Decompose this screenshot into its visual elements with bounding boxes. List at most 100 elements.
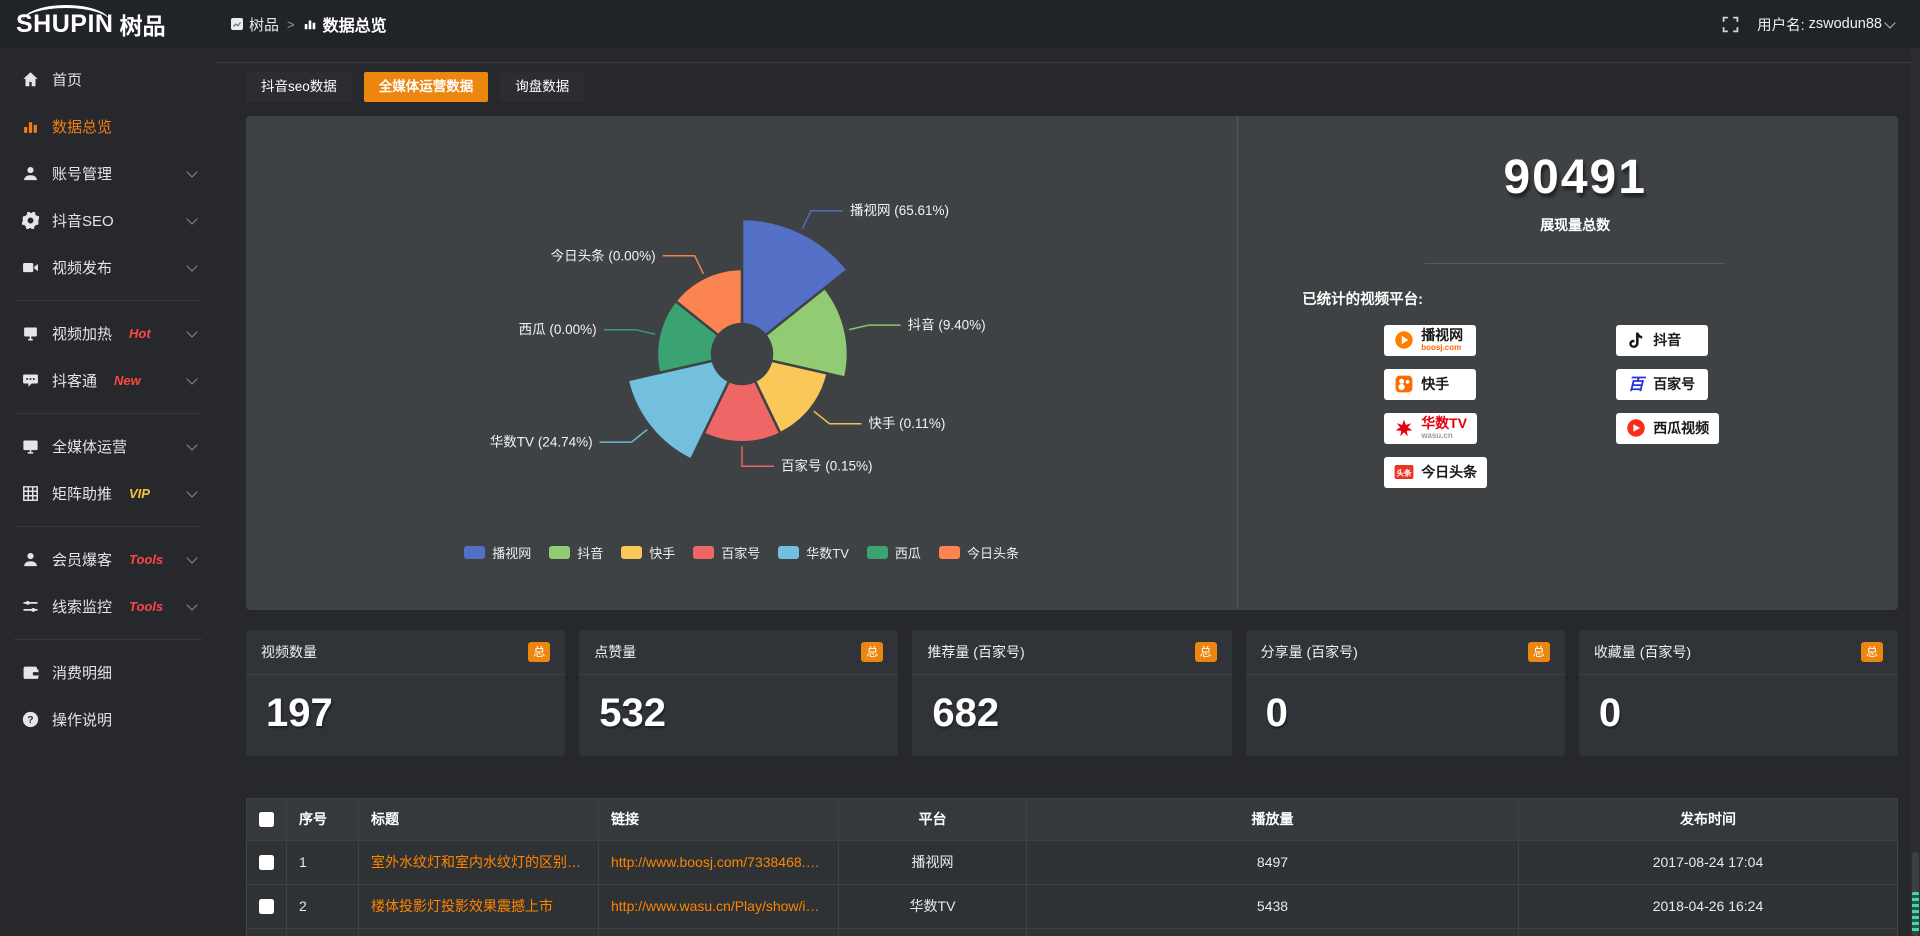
sidebar-item-label: 矩阵助推 xyxy=(52,483,112,504)
user-menu[interactable]: 用户名: zswodun88 xyxy=(1757,14,1894,35)
legend-swatch xyxy=(867,546,888,559)
platform-name: 西瓜视频 xyxy=(1653,421,1709,436)
sidebar-item-label: 视频发布 xyxy=(52,257,112,278)
stat-card-header: 视频数量总 xyxy=(246,630,565,675)
chevron-down-icon xyxy=(1884,17,1895,28)
platform-name: 今日头条 xyxy=(1421,465,1477,480)
legend-item[interactable]: 百家号 xyxy=(693,543,760,562)
sidebar-divider xyxy=(14,413,202,414)
sidebar-item-home[interactable]: 首页 xyxy=(0,56,216,103)
table-row-partial xyxy=(247,928,1898,936)
page-scrollbar[interactable] xyxy=(1911,48,1920,936)
pie-chart[interactable]: 播视网 (65.61%)抖音 (9.40%)快手 (0.11%)百家号 (0.1… xyxy=(392,150,1092,552)
legend-swatch xyxy=(939,546,960,559)
legend-swatch xyxy=(464,546,485,559)
cell-link[interactable]: http://www.boosj.com/7338468.html xyxy=(599,840,839,884)
fullscreen-icon[interactable] xyxy=(1722,16,1739,33)
stat-card-value: 197 xyxy=(246,675,565,736)
sidebar-item-consume-detail[interactable]: 消费明细 xyxy=(0,649,216,696)
app-logo[interactable]: SHUPIN 树品 xyxy=(0,7,216,41)
total-badge[interactable]: 总 xyxy=(528,642,550,662)
platform-badge-douyin[interactable]: 抖音 xyxy=(1616,325,1708,356)
pie-label-line xyxy=(662,255,703,273)
sidebar-item-douketong[interactable]: 抖客通New xyxy=(0,357,216,404)
platform-badge-baijia[interactable]: 百百家号 xyxy=(1616,369,1708,400)
sidebar-item-data-overview[interactable]: 数据总览 xyxy=(0,103,216,150)
legend-item[interactable]: 西瓜 xyxy=(867,543,921,562)
sidebar-item-douyin-seo[interactable]: 抖音SEO xyxy=(0,197,216,244)
legend-item[interactable]: 播视网 xyxy=(464,543,531,562)
platforms-label: 已统计的视频平台: xyxy=(1302,288,1848,309)
cell-title[interactable]: 楼体投影灯投影效果震撼上市 xyxy=(359,884,599,928)
tab-media-ops-data[interactable]: 全媒体运营数据 xyxy=(364,72,489,102)
total-badge[interactable]: 总 xyxy=(861,642,883,662)
pie-label: 播视网 (65.61%) xyxy=(850,203,949,218)
pie-label-line xyxy=(603,329,655,334)
table-row: 2楼体投影灯投影效果震撼上市http://www.wasu.cn/Play/sh… xyxy=(247,884,1898,928)
cell-platform: 播视网 xyxy=(839,840,1027,884)
total-badge[interactable]: 总 xyxy=(1528,642,1550,662)
sidebar-item-label: 数据总览 xyxy=(52,116,112,137)
sidebar-item-member-burst[interactable]: 会员爆客Tools xyxy=(0,536,216,583)
platform-badge-toutiao[interactable]: 头条今日头条 xyxy=(1384,457,1487,488)
username-label: 用户名: xyxy=(1757,14,1805,35)
sidebar-item-account[interactable]: 账号管理 xyxy=(0,150,216,197)
platform-badge-xigua[interactable]: 西瓜视频 xyxy=(1616,413,1719,444)
platform-badge-wasu[interactable]: 华数TVwasu.cn xyxy=(1384,413,1477,444)
cell-link[interactable]: http://www.wasu.cn/Play/show/id/952... xyxy=(599,884,839,928)
svg-text:头条: 头条 xyxy=(1397,467,1413,477)
sidebar-item-label: 消费明细 xyxy=(52,662,112,683)
legend-label: 抖音 xyxy=(577,543,603,562)
col-header-title: 标题 xyxy=(359,798,599,840)
stat-card-1: 点赞量总532 xyxy=(579,630,898,756)
chevron-down-icon xyxy=(186,486,197,497)
total-badge[interactable]: 总 xyxy=(1195,642,1217,662)
pie-label-line xyxy=(742,446,774,466)
platform-name: 抖音 xyxy=(1653,333,1681,348)
bar-chart-icon xyxy=(303,17,317,31)
sidebar-item-matrix-boost[interactable]: 矩阵助推 VIP xyxy=(0,470,216,517)
chevron-down-icon xyxy=(186,326,197,337)
grid-icon xyxy=(22,485,39,502)
cell-no: 1 xyxy=(287,840,359,884)
sidebar-item-label: 全媒体运营 xyxy=(52,436,127,457)
legend-item[interactable]: 华数TV xyxy=(778,543,849,562)
stat-card-title: 收藏量 (百家号) xyxy=(1594,642,1691,662)
sidebar-item-badge: VIP xyxy=(129,486,150,501)
videos-table-body: 1室外水纹灯和室内水纹灯的区别和简介http://www.boosj.com/7… xyxy=(247,840,1898,936)
platform-badge-boosj[interactable]: 播视网boosj.com xyxy=(1384,325,1476,356)
pie-slice[interactable] xyxy=(627,360,728,459)
breadcrumb-root[interactable]: 树品 xyxy=(230,14,279,35)
total-badge[interactable]: 总 xyxy=(1861,642,1883,662)
platform-badge-kuaishou[interactable]: 快手 xyxy=(1384,369,1476,400)
videos-table: 序号标题链接平台播放量发布时间 1室外水纹灯和室内水纹灯的区别和简介http:/… xyxy=(246,798,1898,936)
sidebar-item-clue-monitor[interactable]: 线索监控Tools xyxy=(0,583,216,630)
cell-title[interactable]: 室外水纹灯和室内水纹灯的区别和简介 xyxy=(359,840,599,884)
select-all-checkbox[interactable] xyxy=(259,812,274,827)
xigua-logo-icon xyxy=(1626,418,1646,438)
tab-douyin-seo-data[interactable]: 抖音seo数据 xyxy=(246,72,352,102)
sidebar-item-video-publish[interactable]: 视频发布 xyxy=(0,244,216,291)
legend-item[interactable]: 今日头条 xyxy=(939,543,1019,562)
legend-item[interactable]: 抖音 xyxy=(549,543,603,562)
chevron-down-icon xyxy=(186,373,197,384)
legend-item[interactable]: 快手 xyxy=(621,543,675,562)
sidebar-item-badge: Hot xyxy=(129,326,151,341)
legend-swatch xyxy=(549,546,570,559)
pie-label: 今日头条 (0.00%) xyxy=(550,247,655,263)
monitor-icon xyxy=(22,438,39,455)
tab-inquiry-data[interactable]: 询盘数据 xyxy=(500,72,584,102)
chevron-down-icon xyxy=(186,166,197,177)
svg-text:?: ? xyxy=(27,715,33,726)
sidebar-item-help[interactable]: ?操作说明 xyxy=(0,696,216,743)
sidebar-item-video-heat[interactable]: 视频加热Hot xyxy=(0,310,216,357)
page-title-wrap: 数据总览 xyxy=(303,12,387,36)
legend-label: 快手 xyxy=(649,543,675,562)
logo-latin-text: SHUPIN xyxy=(16,12,113,37)
sidebar-item-media-ops[interactable]: 全媒体运营 xyxy=(0,423,216,470)
chat-icon xyxy=(22,372,39,389)
row-checkbox[interactable] xyxy=(259,855,274,870)
sidebar-menu: 首页数据总览账号管理抖音SEO 视频发布视频加热Hot抖客通New 全媒体运营矩阵助… xyxy=(0,56,216,743)
row-checkbox[interactable] xyxy=(259,899,274,914)
question-icon: ? xyxy=(22,711,39,728)
